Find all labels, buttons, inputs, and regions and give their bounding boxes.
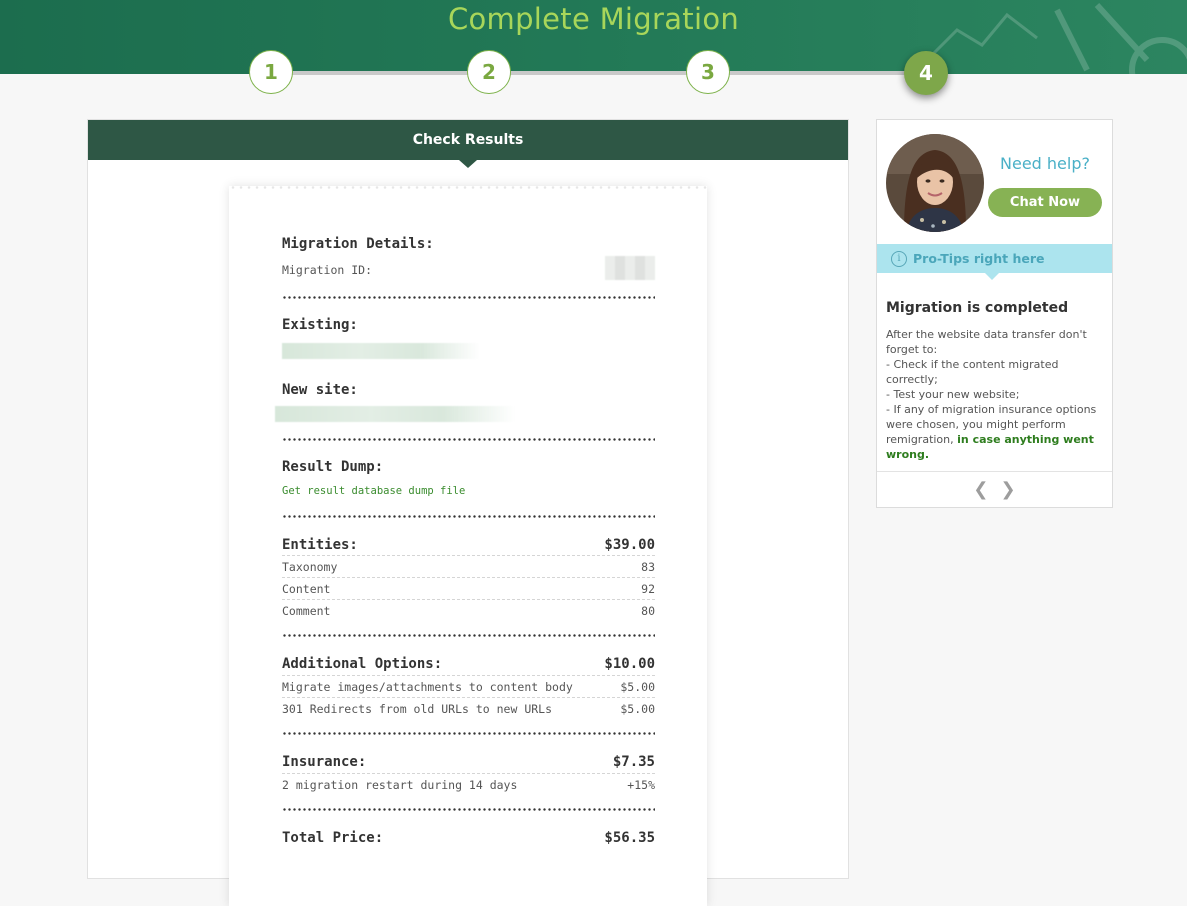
entities-total: $39.00 <box>604 536 655 553</box>
additional-options-row: Additional Options: $10.00 <box>282 653 655 676</box>
info-icon: i <box>891 250 907 267</box>
separator <box>282 634 655 637</box>
step-1[interactable]: 1 <box>249 50 293 94</box>
insurance-name: 2 migration restart during 14 days <box>282 777 518 792</box>
migration-id-label: Migration ID: <box>282 263 373 277</box>
separator <box>282 808 655 811</box>
entity-item-content: Content 92 <box>282 578 655 600</box>
insurance-total: $7.35 <box>612 754 655 770</box>
entity-name: Taxonomy <box>282 559 338 574</box>
option-name: Migrate images/attachments to content bo… <box>282 679 573 694</box>
step-3[interactable]: 3 <box>686 50 730 94</box>
entities-row: Entities: $39.00 <box>282 534 655 556</box>
receipt: Migration Details: Migration ID: Existin… <box>229 186 707 906</box>
total-price-row: Total Price: $56.35 <box>282 827 655 849</box>
option-item: Migrate images/attachments to content bo… <box>282 676 655 698</box>
pro-tips-bar: i Pro-Tips right here <box>877 244 1112 280</box>
result-dump-link[interactable]: Get result database dump file <box>282 485 465 497</box>
chat-now-button[interactable]: Chat Now <box>988 188 1102 217</box>
panel-header: Check Results <box>88 120 848 168</box>
chevron-left-icon[interactable]: ❮ <box>973 479 988 500</box>
result-dump-label: Result Dump: <box>282 459 384 475</box>
insurance-label: Insurance: <box>282 754 367 770</box>
support-avatar <box>886 134 984 232</box>
step-4[interactable]: 4 <box>904 51 948 95</box>
help-sidebar: Need help? Chat Now i Pro-Tips right her… <box>876 119 1113 508</box>
additional-options-label: Additional Options: <box>282 656 443 672</box>
entity-count: 80 <box>641 603 655 618</box>
tips-divider <box>877 471 1112 472</box>
entity-item-taxonomy: Taxonomy 83 <box>282 556 655 578</box>
option-price: $5.00 <box>620 679 655 694</box>
tip-line: - Test your new website; <box>886 388 1020 401</box>
page-header: Complete Migration <box>0 0 1187 74</box>
separator <box>282 515 655 518</box>
entity-name: Comment <box>282 603 331 618</box>
option-price: $5.00 <box>620 701 655 716</box>
panel-title: Check Results <box>412 132 524 148</box>
separator <box>282 438 655 441</box>
entity-name: Content <box>282 581 331 596</box>
page-title: Complete Migration <box>447 2 740 36</box>
tip-body: After the website data transfer don't fo… <box>886 327 1101 462</box>
entity-item-comment: Comment 80 <box>282 600 655 621</box>
details-heading: Migration Details: <box>282 236 434 252</box>
pro-tips-label: Pro-Tips right here <box>913 251 1045 266</box>
tip-title: Migration is completed <box>886 300 1069 316</box>
existing-url-redacted <box>282 343 480 359</box>
separator <box>282 732 655 735</box>
check-results-panel: Check Results Migration Details: Migrati… <box>87 119 849 906</box>
total-price-value: $56.35 <box>604 830 655 846</box>
migration-id-value-redacted <box>605 256 655 280</box>
new-site-url-redacted <box>275 406 515 422</box>
tip-line-last: - If any of migration insurance options … <box>886 402 1101 462</box>
insurance-item: 2 migration restart during 14 days +15% <box>282 774 655 795</box>
entities-label: Entities: <box>282 536 358 553</box>
insurance-rate: +15% <box>627 777 655 792</box>
existing-label: Existing: <box>282 317 358 333</box>
insurance-row: Insurance: $7.35 <box>282 751 655 774</box>
step-2[interactable]: 2 <box>467 50 511 94</box>
tip-line: - Check if the content migrated correctl… <box>886 358 1059 386</box>
stepper-track <box>272 71 926 75</box>
tips-navigation: ❮ ❯ <box>877 476 1112 502</box>
separator <box>282 296 655 299</box>
chevron-right-icon[interactable]: ❯ <box>1001 479 1016 500</box>
new-site-label: New site: <box>282 382 358 398</box>
entity-count: 83 <box>641 559 655 574</box>
option-item: 301 Redirects from old URLs to new URLs … <box>282 698 655 719</box>
entity-count: 92 <box>641 581 655 596</box>
tip-line: After the website data transfer don't fo… <box>886 328 1087 356</box>
total-price-label: Total Price: <box>282 830 384 846</box>
additional-options-total: $10.00 <box>604 656 655 672</box>
need-help-text: Need help? <box>1000 154 1090 173</box>
option-name: 301 Redirects from old URLs to new URLs <box>282 701 553 716</box>
